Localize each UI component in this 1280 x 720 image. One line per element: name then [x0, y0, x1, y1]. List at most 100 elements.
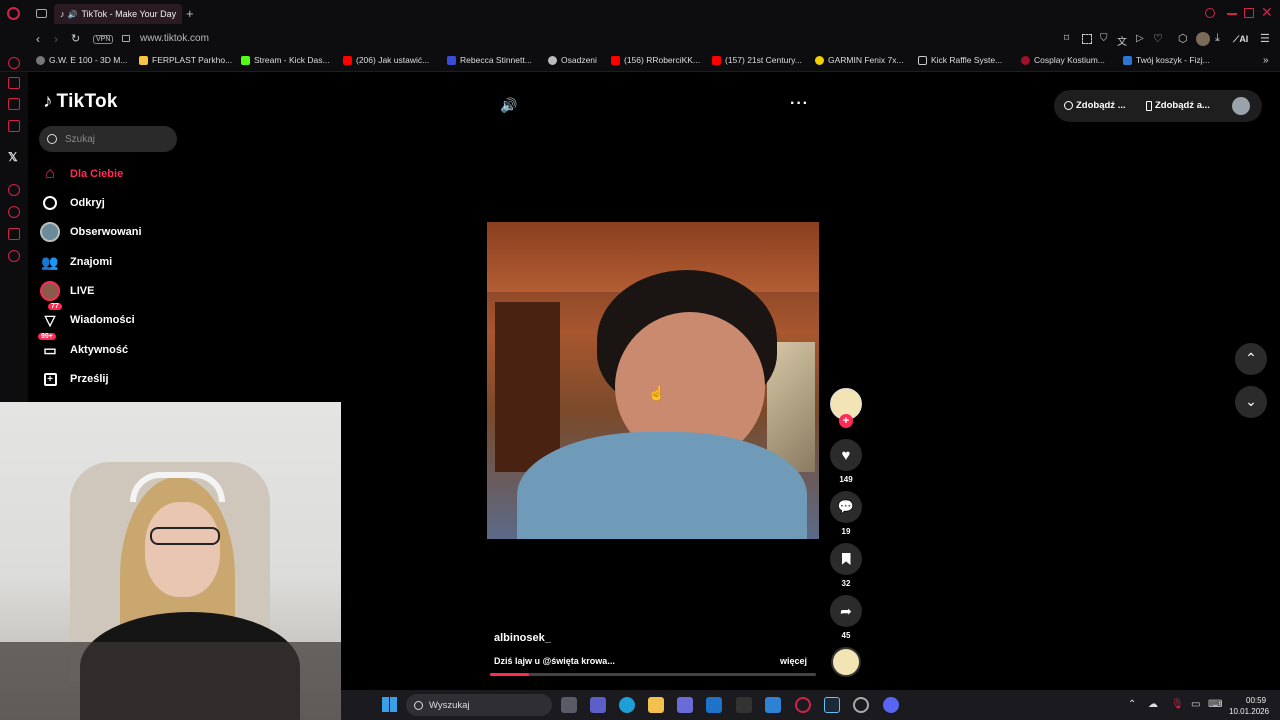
- translate-icon[interactable]: 文: [1117, 33, 1127, 48]
- taskbar-search[interactable]: Wyszukaj: [406, 694, 552, 716]
- tray-chevron-icon[interactable]: ⌃: [1128, 699, 1136, 710]
- bookmark-item[interactable]: Stream - Kick Das...: [241, 55, 330, 65]
- messenger-icon[interactable]: [8, 120, 20, 132]
- onedrive-icon[interactable]: ☁: [1148, 699, 1158, 710]
- menu-icon[interactable]: ☰: [1260, 32, 1270, 45]
- youtube-icon: [712, 55, 721, 65]
- search-input[interactable]: Szukaj: [65, 134, 95, 145]
- bookmark-item[interactable]: Cosplay Kostium...: [1021, 55, 1105, 65]
- network-icon[interactable]: ⌨: [1208, 699, 1222, 710]
- shield-icon[interactable]: ⛉: [1100, 33, 1108, 44]
- teams-icon[interactable]: [590, 697, 606, 713]
- nav-znajomi[interactable]: 👥 Znajomi: [40, 252, 112, 272]
- video-progress-track[interactable]: [490, 673, 816, 676]
- edge-icon[interactable]: [619, 697, 635, 713]
- bookmark-icon[interactable]: ⌑: [1064, 33, 1069, 44]
- get-coins-button[interactable]: Zdobądź ...: [1064, 100, 1126, 111]
- nav-obserwowani[interactable]: Obserwowani: [40, 222, 142, 242]
- app-icon[interactable]: [853, 697, 869, 713]
- display-icon[interactable]: ▭: [1191, 699, 1200, 710]
- search-box[interactable]: Szukaj: [39, 126, 177, 152]
- wallet-icon[interactable]: [8, 98, 20, 110]
- youtube-icon: [343, 55, 352, 65]
- bookmark-item[interactable]: Kick Raffle Syste...: [918, 55, 1002, 65]
- previous-video-button[interactable]: ⌃: [1235, 343, 1267, 375]
- save-button[interactable]: [830, 543, 862, 575]
- mail-icon[interactable]: [706, 697, 722, 713]
- share-button[interactable]: ➦: [830, 595, 862, 627]
- pinboard-icon[interactable]: [8, 228, 20, 240]
- maximize-icon[interactable]: [1244, 8, 1254, 18]
- file-explorer-icon[interactable]: [648, 697, 664, 713]
- clock-time[interactable]: 00:59: [1246, 696, 1266, 705]
- bookmark-item[interactable]: Osadzeni: [548, 55, 597, 65]
- opera-logo-icon[interactable]: [7, 7, 20, 20]
- nav-odkryj[interactable]: Odkryj: [40, 193, 105, 213]
- comment-button[interactable]: 💬: [830, 491, 862, 523]
- discord-icon[interactable]: [883, 697, 899, 713]
- new-tab-button[interactable]: +: [186, 6, 194, 21]
- windows-start-icon[interactable]: [382, 697, 397, 712]
- forward-icon[interactable]: ›: [54, 32, 58, 46]
- opera-icon[interactable]: [795, 697, 811, 713]
- next-video-button[interactable]: ⌄: [1235, 386, 1267, 418]
- store-icon[interactable]: [677, 697, 693, 713]
- sound-avatar[interactable]: [831, 647, 861, 677]
- nav-live[interactable]: LIVE: [40, 281, 94, 301]
- aria-ai-button[interactable]: ⟋AI: [1233, 34, 1248, 45]
- tab-overview-icon[interactable]: [36, 9, 47, 18]
- steam-icon[interactable]: [824, 697, 840, 713]
- mic-icon[interactable]: 🎙: [1171, 699, 1184, 710]
- bookmark-item[interactable]: (157) 21st Century...: [712, 55, 802, 65]
- clock-date[interactable]: 10.01.2026: [1229, 707, 1269, 716]
- x-icon[interactable]: 𝕏: [8, 150, 18, 164]
- like-button[interactable]: ♥: [830, 439, 862, 471]
- tiktok-logo[interactable]: ♪ TikTok: [43, 91, 118, 113]
- video-player[interactable]: [487, 222, 819, 539]
- speaker-icon[interactable]: 🔊: [68, 10, 78, 19]
- vpn-badge[interactable]: VPN: [93, 35, 114, 44]
- play-icon[interactable]: ▷: [1136, 33, 1144, 44]
- nav-dla-ciebie[interactable]: ⌂ Dla Ciebie: [40, 164, 123, 184]
- aria-icon[interactable]: [8, 57, 20, 69]
- follow-plus-icon[interactable]: +: [839, 414, 853, 428]
- reload-icon[interactable]: ↻: [71, 32, 80, 45]
- more-options-icon[interactable]: ···: [790, 95, 809, 113]
- video-author[interactable]: albinosek_: [494, 632, 551, 644]
- back-icon[interactable]: ‹: [36, 32, 40, 46]
- download-icon[interactable]: ⤓: [1215, 32, 1220, 45]
- close-icon[interactable]: ✕: [1261, 4, 1273, 21]
- task-view-icon[interactable]: [561, 697, 577, 713]
- bookmark-item[interactable]: (156) RRoberciKK...: [611, 55, 700, 65]
- nav-wiadomosci[interactable]: ▽ 77 Wiadomości: [40, 303, 135, 330]
- bookmark-item[interactable]: G.W. E 100 - 3D M...: [36, 55, 127, 65]
- user-avatar[interactable]: [1232, 97, 1250, 115]
- tiktok-wordmark: TikTok: [56, 91, 118, 112]
- nav-aktywnosc[interactable]: ▭ 99+ Aktywność: [38, 333, 128, 360]
- app-icon[interactable]: [736, 697, 752, 713]
- bookmark-item[interactable]: Twój koszyk - Fizj...: [1123, 55, 1210, 65]
- shopping-icon[interactable]: [8, 77, 20, 89]
- bookmark-item[interactable]: Rebecca Stinnett...: [447, 55, 532, 65]
- heart-icon[interactable]: ♡: [1153, 32, 1163, 45]
- app-icon[interactable]: [765, 697, 781, 713]
- extensions-icon[interactable]: ⬡: [1178, 32, 1188, 45]
- search-tabs-icon[interactable]: [1205, 8, 1215, 18]
- minimize-icon[interactable]: [1227, 13, 1237, 15]
- more-link[interactable]: więcej: [780, 656, 807, 666]
- webcam-face: [145, 502, 220, 597]
- tab-tiktok[interactable]: ♪ 🔊 TikTok - Make Your Day: [54, 4, 182, 24]
- url-field[interactable]: www.tiktok.com: [140, 33, 209, 44]
- profile-avatar[interactable]: [1196, 32, 1210, 46]
- player-icon[interactable]: [8, 184, 20, 196]
- history-icon[interactable]: [8, 206, 20, 218]
- get-app-button[interactable]: Zdobądź a...: [1146, 100, 1210, 111]
- settings-icon[interactable]: [8, 250, 20, 262]
- snapshot-icon[interactable]: [1082, 34, 1092, 44]
- bookmark-item[interactable]: (206) Jak ustawić...: [343, 55, 429, 65]
- bookmark-item[interactable]: FERPLAST Parkho...: [139, 55, 232, 65]
- volume-icon[interactable]: 🔊: [500, 97, 517, 114]
- nav-przeslij[interactable]: + Prześlij: [40, 369, 109, 389]
- more-bookmarks-icon[interactable]: »: [1263, 55, 1269, 66]
- bookmark-item[interactable]: GARMIN Fenix 7x...: [815, 55, 904, 65]
